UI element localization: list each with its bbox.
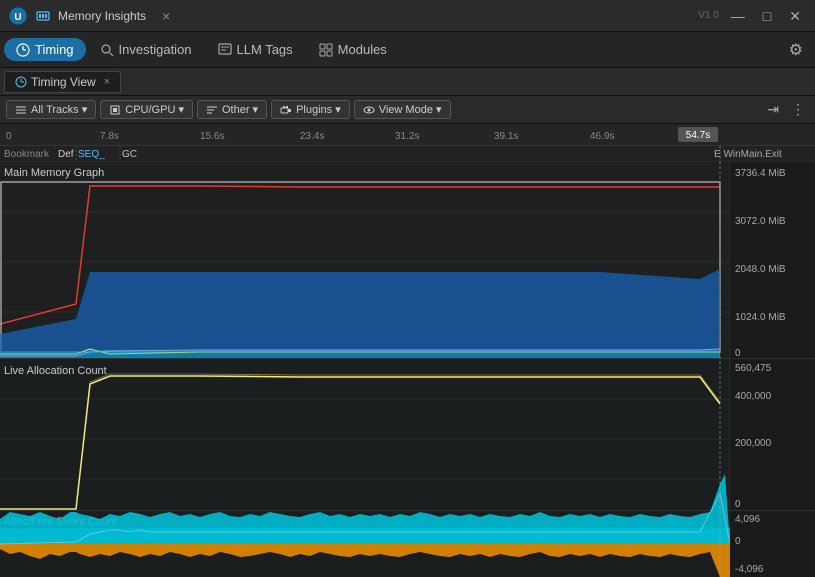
svg-text:39.1s: 39.1s (494, 131, 518, 142)
nav-modules[interactable]: Modules (307, 38, 399, 61)
other-icon (206, 104, 218, 116)
version-label: V1.0 (698, 10, 719, 21)
svg-text:3736.4 MiB: 3736.4 MiB (735, 168, 786, 179)
grid-icon (319, 43, 333, 57)
plugins-label: Plugins ▾ (296, 103, 341, 116)
main-chart: 0 7.8s 15.6s 23.4s 31.2s 39.1s 46.9s 54.… (0, 124, 815, 577)
svg-text:-4,096: -4,096 (735, 564, 764, 575)
settings-icon[interactable]: ⚙ (781, 36, 811, 64)
nav-bar: Timing Investigation LLM Tags Modules ⚙ (0, 32, 815, 68)
other-label: Other ▾ (222, 103, 258, 116)
svg-text:54.7s: 54.7s (686, 130, 710, 141)
nav-investigation[interactable]: Investigation (88, 38, 204, 61)
svg-text:31.2s: 31.2s (395, 131, 419, 142)
svg-text:0: 0 (735, 536, 741, 547)
memory-tab-icon (36, 9, 50, 23)
plugins-button[interactable]: Plugins ▾ (271, 100, 350, 119)
svg-text:15.6s: 15.6s (200, 131, 224, 142)
view-mode-button[interactable]: View Mode ▾ (354, 100, 451, 119)
all-tracks-label: All Tracks ▾ (31, 103, 87, 116)
other-button[interactable]: Other ▾ (197, 100, 267, 119)
clock-icon (16, 43, 30, 57)
title-bar-controls: V1.0 — □ ✕ (698, 7, 807, 25)
svg-text:400,000: 400,000 (735, 391, 772, 402)
all-tracks-button[interactable]: All Tracks ▾ (6, 100, 96, 119)
tracks-icon (15, 104, 27, 116)
nav-timing-label: Timing (35, 42, 74, 57)
more-menu-button[interactable]: ⋮ (787, 99, 809, 120)
timing-tab-icon (15, 76, 27, 88)
nav-timing[interactable]: Timing (4, 38, 86, 61)
svg-text:SEQ_: SEQ_ (78, 149, 105, 160)
nav-llm-tags-label: LLM Tags (237, 42, 293, 57)
svg-text:46.9s: 46.9s (590, 131, 614, 142)
svg-text:E WinMain.Exit: E WinMain.Exit (714, 149, 782, 160)
toolbar: All Tracks ▾ CPU/GPU ▾ Other ▾ Plugins ▾… (0, 96, 815, 124)
svg-text:0: 0 (735, 499, 741, 510)
tab-bar: Timing View × (0, 68, 815, 96)
ue-logo-icon: U (8, 6, 28, 26)
timing-view-close[interactable]: × (104, 76, 110, 88)
svg-text:4,096: 4,096 (735, 514, 760, 525)
timing-view-label: Timing View (31, 75, 96, 89)
toolbar-right: ⇥ ⋮ (763, 99, 809, 120)
cpu-gpu-label: CPU/GPU ▾ (125, 103, 184, 116)
svg-text:560,475: 560,475 (735, 363, 772, 374)
cpu-gpu-button[interactable]: CPU/GPU ▾ (100, 100, 193, 119)
cpu-icon (109, 104, 121, 116)
svg-text:Def: Def (58, 149, 74, 160)
nav-modules-label: Modules (338, 42, 387, 57)
view-mode-label: View Mode ▾ (379, 103, 442, 116)
svg-text:3072.0 MiB: 3072.0 MiB (735, 216, 786, 227)
svg-text:Main Memory Graph: Main Memory Graph (4, 167, 104, 179)
svg-text:GC: GC (122, 149, 137, 160)
svg-text:0: 0 (735, 348, 741, 359)
app-title: Memory Insights (58, 9, 146, 23)
minimize-button[interactable]: — (725, 7, 751, 25)
svg-text:23.4s: 23.4s (300, 131, 324, 142)
eye-icon (363, 104, 375, 116)
magnify-icon (100, 43, 114, 57)
svg-text:2048.0 MiB: 2048.0 MiB (735, 264, 786, 275)
title-bar-left: U Memory Insights × (8, 6, 170, 26)
pin-button[interactable]: ⇥ (763, 99, 783, 120)
svg-text:Live Allocation Count: Live Allocation Count (4, 365, 107, 377)
nav-llm-tags[interactable]: LLM Tags (206, 38, 305, 61)
close-button[interactable]: ✕ (783, 7, 807, 25)
svg-text:0: 0 (6, 131, 12, 142)
svg-text:7.8s: 7.8s (100, 131, 119, 142)
svg-text:Bookmark: Bookmark (4, 149, 50, 160)
title-bar: U Memory Insights × V1.0 — □ ✕ (0, 0, 815, 32)
maximize-button[interactable]: □ (757, 7, 777, 25)
plugins-icon (280, 104, 292, 116)
timeline-area: 0 7.8s 15.6s 23.4s 31.2s 39.1s 46.9s 54.… (0, 124, 815, 577)
svg-text:200,000: 200,000 (735, 438, 772, 449)
svg-text:1024.0 MiB: 1024.0 MiB (735, 312, 786, 323)
title-tab-close[interactable]: × (162, 8, 170, 24)
nav-investigation-label: Investigation (119, 42, 192, 57)
timing-view-tab[interactable]: Timing View × (4, 71, 121, 93)
svg-text:U: U (14, 12, 21, 23)
tag-icon (218, 43, 232, 57)
